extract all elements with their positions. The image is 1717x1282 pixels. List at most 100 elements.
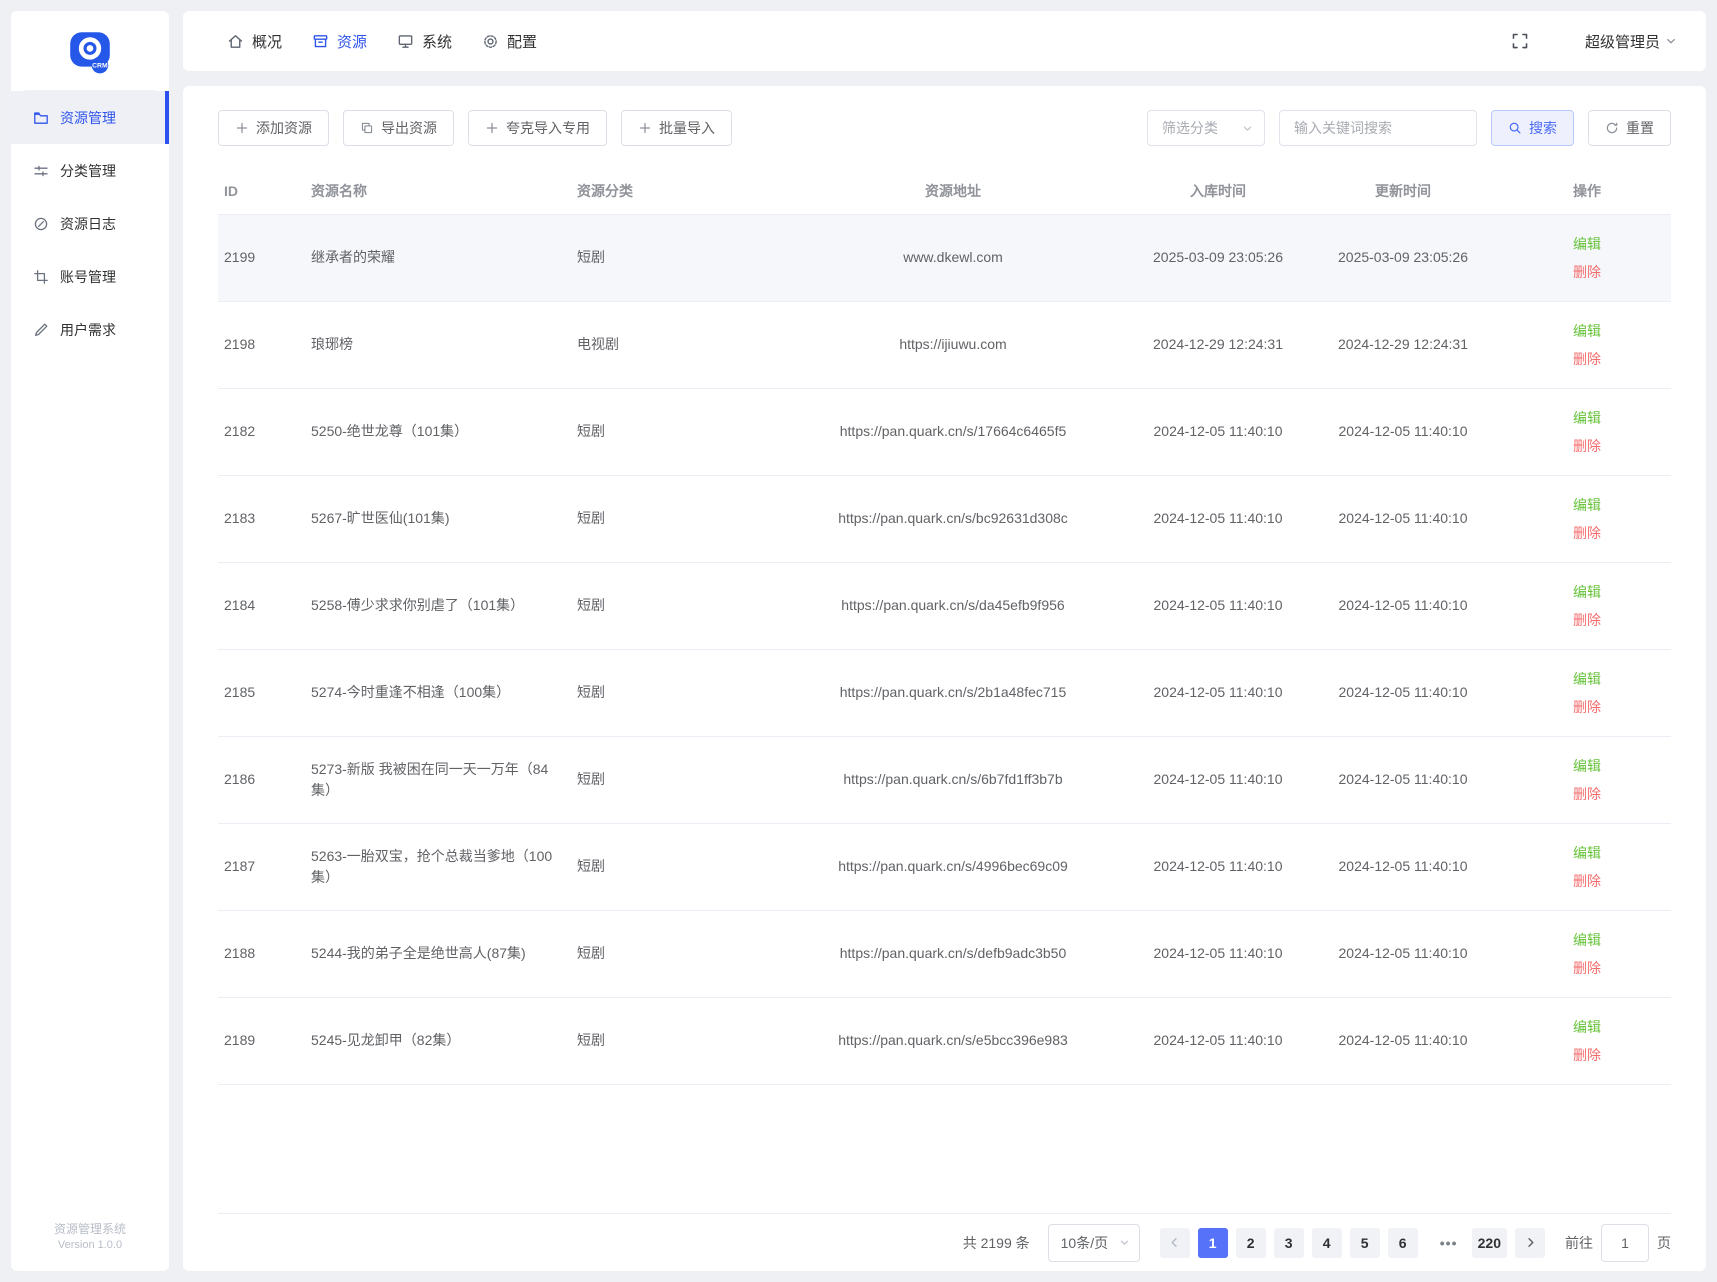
cell-created-time: 2024-12-05 11:40:10 — [1133, 475, 1303, 562]
delete-link[interactable]: 删除 — [1509, 432, 1665, 460]
cell-id: 2182 — [218, 388, 305, 475]
cell-actions: 编辑 删除 — [1503, 649, 1671, 736]
cell-updated-time: 2024-12-05 11:40:10 — [1303, 997, 1503, 1084]
table-row[interactable]: 2187 5263-一胎双宝，抢个总裁当爹地（100集） 短剧 https://… — [218, 823, 1671, 910]
delete-link[interactable]: 删除 — [1509, 606, 1665, 634]
nav-item-overview[interactable]: 概况 — [227, 31, 282, 52]
cell-category: 短剧 — [571, 997, 773, 1084]
sidebar-menu: 资源管理 分类管理 资源日志 账号管理 用户需求 — [11, 91, 169, 356]
sidebar-item-label: 用户需求 — [60, 320, 116, 340]
nav-item-settings[interactable]: 配置 — [482, 31, 537, 52]
table-row[interactable]: 2198 琅琊榜 电视剧 https://ijiuwu.com 2024-12-… — [218, 301, 1671, 388]
edit-link[interactable]: 编辑 — [1509, 665, 1665, 693]
table-row[interactable]: 2182 5250-绝世龙尊（101集） 短剧 https://pan.quar… — [218, 388, 1671, 475]
sidebar-item-user-demand[interactable]: 用户需求 — [11, 303, 169, 356]
col-header-url: 资源地址 — [773, 168, 1133, 214]
nav-item-resources[interactable]: 资源 — [312, 31, 367, 52]
goto-page-input[interactable] — [1601, 1224, 1649, 1262]
cell-id: 2185 — [218, 649, 305, 736]
sidebar: CRM 资源管理 分类管理 资源日志 账号管理 — [11, 11, 169, 1271]
quark-import-button[interactable]: 夸克导入专用 — [468, 110, 607, 146]
add-resource-button[interactable]: 添加资源 — [218, 110, 329, 146]
page-button-2[interactable]: 2 — [1236, 1228, 1266, 1258]
fullscreen-icon[interactable] — [1511, 32, 1529, 50]
cell-id: 2198 — [218, 301, 305, 388]
delete-link[interactable]: 删除 — [1509, 780, 1665, 808]
search-icon — [1508, 121, 1522, 135]
plus-icon — [235, 121, 249, 135]
delete-link[interactable]: 删除 — [1509, 954, 1665, 982]
cell-actions: 编辑 删除 — [1503, 562, 1671, 649]
cell-created-time: 2024-12-05 11:40:10 — [1133, 649, 1303, 736]
cell-id: 2183 — [218, 475, 305, 562]
keyword-search-input[interactable] — [1279, 110, 1477, 146]
sidebar-item-resource-log[interactable]: 资源日志 — [11, 197, 169, 250]
table-row[interactable]: 2188 5244-我的弟子全是绝世高人(87集) 短剧 https://pan… — [218, 910, 1671, 997]
delete-link[interactable]: 删除 — [1509, 258, 1665, 286]
page-button-4[interactable]: 4 — [1312, 1228, 1342, 1258]
edit-link[interactable]: 编辑 — [1509, 926, 1665, 954]
next-page-button[interactable] — [1515, 1228, 1545, 1258]
export-resource-button[interactable]: 导出资源 — [343, 110, 454, 146]
delete-link[interactable]: 删除 — [1509, 1041, 1665, 1069]
sidebar-item-label: 账号管理 — [60, 267, 116, 287]
page-button-5[interactable]: 5 — [1350, 1228, 1380, 1258]
nav-item-label: 概况 — [252, 31, 282, 52]
category-filter-select[interactable]: 筛选分类 — [1147, 110, 1265, 146]
edit-link[interactable]: 编辑 — [1509, 317, 1665, 345]
page-button-6[interactable]: 6 — [1388, 1228, 1418, 1258]
sidebar-item-category-management[interactable]: 分类管理 — [11, 144, 169, 197]
table-row[interactable]: 2199 继承者的荣耀 短剧 www.dkewl.com 2025-03-09 … — [218, 214, 1671, 301]
total-count: 共 2199 条 — [963, 1233, 1030, 1253]
cell-resource-name: 5250-绝世龙尊（101集） — [305, 388, 571, 475]
app-name: 资源管理系统 — [11, 1221, 169, 1238]
page-size-select[interactable]: 10条/页 — [1048, 1224, 1140, 1262]
pagination-bar: 共 2199 条 10条/页 123456 ••• 220 前往 页 — [218, 1213, 1671, 1271]
cell-category: 短剧 — [571, 649, 773, 736]
edit-link[interactable]: 编辑 — [1509, 578, 1665, 606]
nav-item-system[interactable]: 系统 — [397, 31, 452, 52]
cell-actions: 编辑 删除 — [1503, 910, 1671, 997]
delete-link[interactable]: 删除 — [1509, 693, 1665, 721]
pagination-ellipsis[interactable]: ••• — [1434, 1235, 1464, 1251]
search-button[interactable]: 搜索 — [1491, 110, 1574, 146]
sidebar-item-account-management[interactable]: 账号管理 — [11, 250, 169, 303]
prev-page-button[interactable] — [1160, 1228, 1190, 1258]
cell-created-time: 2024-12-29 12:24:31 — [1133, 301, 1303, 388]
page-button-last[interactable]: 220 — [1472, 1228, 1507, 1258]
edit-link[interactable]: 编辑 — [1509, 491, 1665, 519]
delete-link[interactable]: 删除 — [1509, 345, 1665, 373]
sidebar-item-resource-management[interactable]: 资源管理 — [11, 91, 169, 144]
cell-resource-name: 5258-傅少求求你别虐了（101集） — [305, 562, 571, 649]
table-row[interactable]: 2189 5245-见龙卸甲（82集） 短剧 https://pan.quark… — [218, 997, 1671, 1084]
cell-created-time: 2025-03-09 23:05:26 — [1133, 214, 1303, 301]
plus-icon — [638, 121, 652, 135]
table-row[interactable]: 2183 5267-旷世医仙(101集) 短剧 https://pan.quar… — [218, 475, 1671, 562]
table-row[interactable]: 2184 5258-傅少求求你别虐了（101集） 短剧 https://pan.… — [218, 562, 1671, 649]
delete-link[interactable]: 删除 — [1509, 519, 1665, 547]
folder-icon — [33, 110, 49, 126]
batch-import-button[interactable]: 批量导入 — [621, 110, 732, 146]
cell-resource-url: https://pan.quark.cn/s/17664c6465f5 — [773, 388, 1133, 475]
page-button-3[interactable]: 3 — [1274, 1228, 1304, 1258]
cell-resource-url: https://pan.quark.cn/s/2b1a48fec715 — [773, 649, 1133, 736]
edit-link[interactable]: 编辑 — [1509, 1013, 1665, 1041]
cell-created-time: 2024-12-05 11:40:10 — [1133, 736, 1303, 823]
cell-updated-time: 2024-12-05 11:40:10 — [1303, 910, 1503, 997]
delete-link[interactable]: 删除 — [1509, 867, 1665, 895]
col-header-created: 入库时间 — [1133, 168, 1303, 214]
gear-icon — [482, 33, 499, 50]
home-icon — [227, 33, 244, 50]
edit-link[interactable]: 编辑 — [1509, 404, 1665, 432]
user-menu[interactable]: 超级管理员 — [1585, 31, 1678, 52]
table-row[interactable]: 2186 5273-新版 我被困在同一天一万年（84集） 短剧 https://… — [218, 736, 1671, 823]
copy-icon — [360, 121, 374, 135]
cell-category: 短剧 — [571, 736, 773, 823]
edit-link[interactable]: 编辑 — [1509, 839, 1665, 867]
edit-link[interactable]: 编辑 — [1509, 230, 1665, 258]
page-button-1[interactable]: 1 — [1198, 1228, 1228, 1258]
reset-button[interactable]: 重置 — [1588, 110, 1671, 146]
edit-link[interactable]: 编辑 — [1509, 752, 1665, 780]
table-row[interactable]: 2185 5274-今时重逢不相逢（100集） 短剧 https://pan.q… — [218, 649, 1671, 736]
sidebar-footer: 资源管理系统 Version 1.0.0 — [11, 1221, 169, 1271]
